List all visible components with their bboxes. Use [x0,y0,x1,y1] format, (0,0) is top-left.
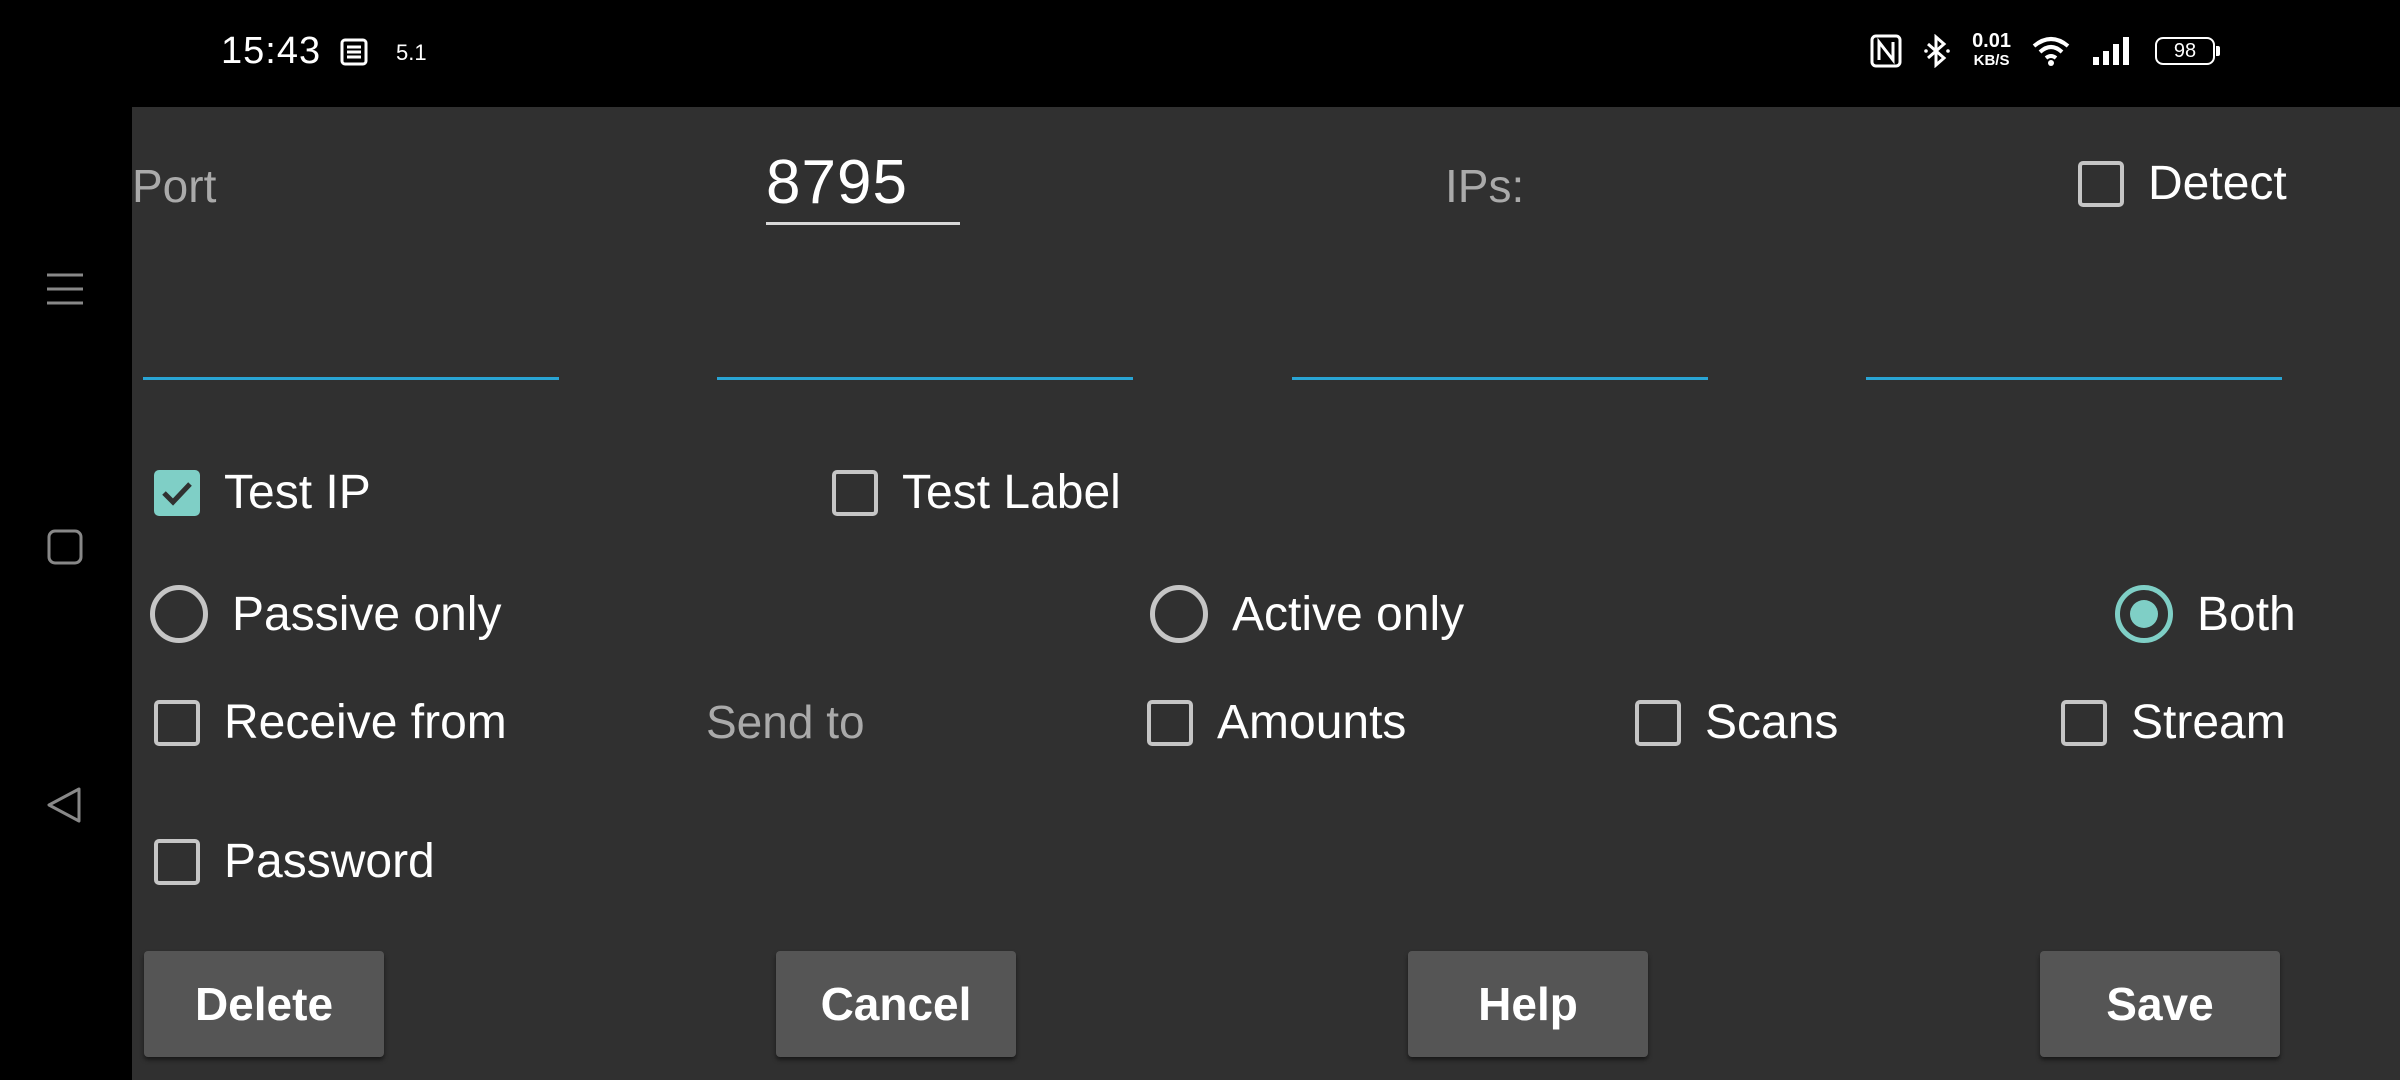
bluetooth-icon [1924,34,1950,68]
detect-checkbox-box[interactable] [2078,160,2124,207]
wifi-icon [2032,37,2070,66]
radio-active-only[interactable]: Active only [1150,585,1464,643]
test-label-checkbox-box[interactable] [832,469,878,516]
amounts-checkbox-box[interactable] [1147,699,1193,746]
ip-field-4[interactable] [1866,377,2282,380]
test-ip-checkbox[interactable]: Test IP [154,465,371,520]
notification-icon [340,38,368,66]
checkmark-icon [162,481,192,506]
receive-from-checkbox[interactable]: Receive from [154,695,507,750]
stream-checkbox-box[interactable] [2061,699,2107,746]
network-speed: 0.01 KB/S [1972,30,2011,70]
test-label-label: Test Label [902,466,1121,519]
help-button[interactable]: Help [1408,951,1648,1057]
port-input[interactable]: 8795 [766,147,960,225]
cancel-button[interactable]: Cancel [776,951,1016,1057]
navigation-bar [0,107,132,1080]
stream-checkbox[interactable]: Stream [2061,695,2286,750]
ip-field-3[interactable] [1292,377,1708,380]
ips-label: IPs: [1445,160,1525,212]
signal-icon [2093,37,2129,65]
speed-unit: KB/S [1973,52,2010,69]
test-ip-checkbox-box[interactable] [154,469,200,516]
active-only-label: Active only [1232,587,1465,641]
send-to-label: Send to [706,696,865,748]
nfc-icon [1870,34,1902,68]
ip-field-2[interactable] [717,377,1133,380]
amounts-checkbox[interactable]: Amounts [1147,695,1406,750]
both-label: Both [2197,587,2296,641]
menu-icon[interactable] [45,269,85,309]
back-icon[interactable] [45,785,85,825]
password-label: Password [224,835,435,888]
detect-label: Detect [2148,157,2287,210]
scans-label: Scans [1705,696,1839,749]
status-small-text: 5.1 [396,40,427,65]
passive-only-label: Passive only [232,587,502,641]
status-icons: 0.01 KB/S 98 [1870,30,2220,70]
speed-value: 0.01 [1972,30,2011,52]
detect-checkbox[interactable]: Detect [2078,156,2287,211]
test-ip-label: Test IP [224,466,371,519]
radio-passive-only[interactable]: Passive only [150,585,501,643]
test-label-checkbox[interactable]: Test Label [832,465,1121,520]
status-bar: 15:43 5.1 0.01 KB/S 98 [0,0,2400,107]
save-button[interactable]: Save [2040,951,2280,1057]
settings-panel: Port 8795 IPs: Detect Test IP Test Label… [132,107,2400,1080]
battery-icon: 98 [2155,37,2220,65]
radio-passive-only-circle[interactable] [150,585,208,643]
receive-from-label: Receive from [224,696,507,749]
scans-checkbox[interactable]: Scans [1635,695,1838,750]
receive-from-checkbox-box[interactable] [154,699,200,746]
password-checkbox[interactable]: Password [154,834,435,889]
amounts-label: Amounts [1217,696,1407,749]
password-checkbox-box[interactable] [154,838,200,885]
port-label: Port [132,160,217,212]
delete-button[interactable]: Delete [144,951,384,1057]
radio-both[interactable]: Both [2115,585,2296,643]
clock: 15:43 [221,30,322,72]
stream-label: Stream [2131,696,2286,749]
scans-checkbox-box[interactable] [1635,699,1681,746]
radio-active-only-circle[interactable] [1150,585,1208,643]
radio-both-circle[interactable] [2115,585,2173,643]
home-icon[interactable] [45,527,85,567]
ip-field-1[interactable] [143,377,559,380]
